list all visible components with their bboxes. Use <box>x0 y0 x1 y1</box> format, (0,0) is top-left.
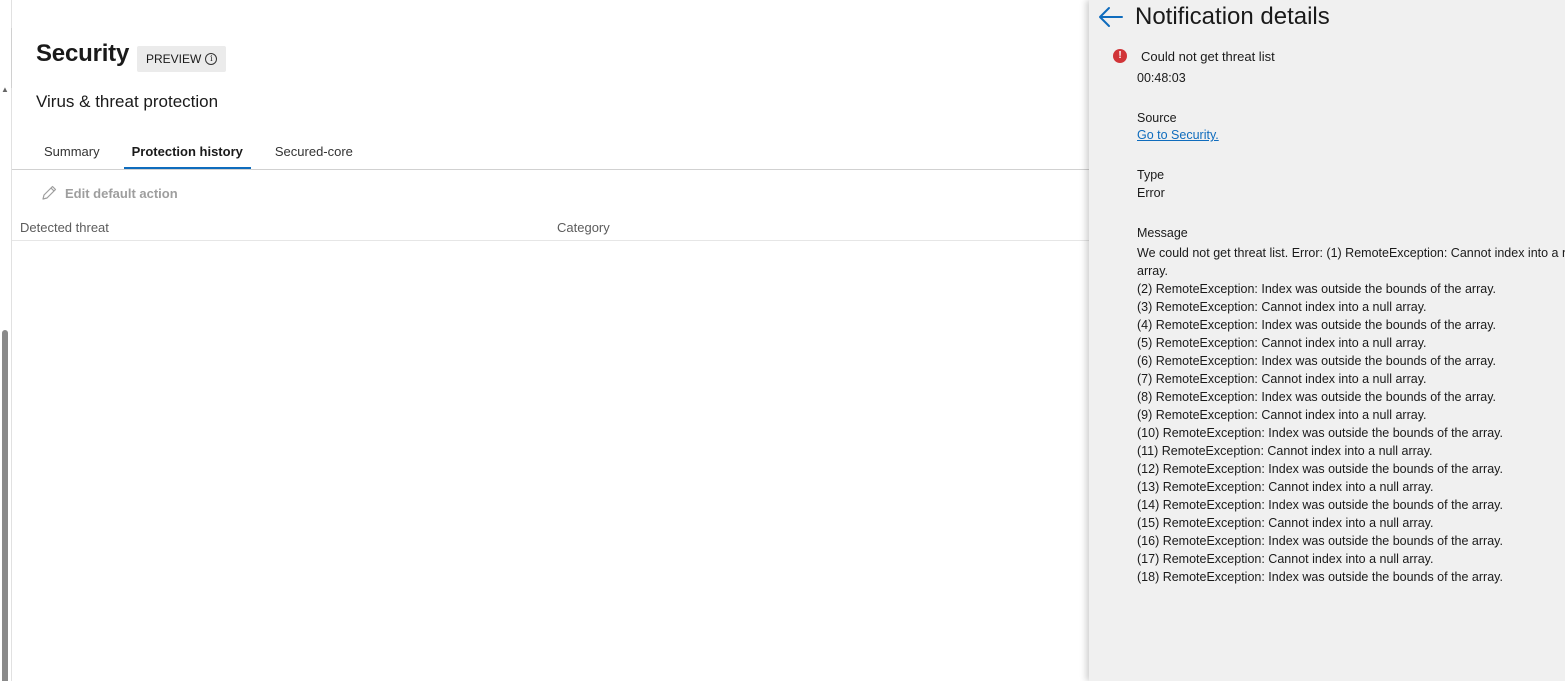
message-line: (14) RemoteException: Index was outside … <box>1137 498 1503 512</box>
pencil-icon <box>40 184 58 202</box>
message-line: (13) RemoteException: Cannot index into … <box>1137 480 1434 494</box>
message-body: We could not get threat list. Error: (1)… <box>1137 244 1565 586</box>
scrollbar-thumb[interactable] <box>2 330 8 681</box>
notification-time: 00:48:03 <box>1137 71 1186 85</box>
message-line: (16) RemoteException: Index was outside … <box>1137 534 1503 548</box>
message-line: (2) RemoteException: Index was outside t… <box>1137 282 1496 296</box>
edit-default-action-button[interactable]: Edit default action <box>40 184 178 202</box>
tab-protection-history[interactable]: Protection history <box>123 138 252 169</box>
go-to-security-link[interactable]: Go to Security. <box>1137 128 1219 142</box>
edit-default-action-label: Edit default action <box>65 185 178 201</box>
notification-heading: Could not get threat list <box>1141 49 1275 64</box>
message-line: (4) RemoteException: Index was outside t… <box>1137 318 1496 332</box>
preview-badge-label: PREVIEW <box>146 52 202 66</box>
notification-details-panel: Notification details ! Could not get thr… <box>1089 0 1565 681</box>
page-subtitle: Virus & threat protection <box>36 92 219 111</box>
message-line: (15) RemoteException: Cannot index into … <box>1137 516 1434 530</box>
scroll-up-arrow-icon[interactable]: ▲ <box>1 86 9 94</box>
tab-divider <box>12 169 1089 170</box>
message-line: (12) RemoteException: Index was outside … <box>1137 462 1503 476</box>
page-title: Security <box>36 40 130 67</box>
message-line: (6) RemoteException: Index was outside t… <box>1137 354 1496 368</box>
main-content: Security PREVIEW i Virus & threat protec… <box>12 0 1089 681</box>
message-line: (7) RemoteException: Cannot index into a… <box>1137 372 1427 386</box>
column-header-detected-threat[interactable]: Detected threat <box>20 220 109 235</box>
vertical-scrollbar[interactable]: ▲ <box>0 0 12 681</box>
type-value: Error <box>1137 186 1165 200</box>
message-line: array. <box>1137 264 1169 278</box>
message-line: (5) RemoteException: Cannot index into a… <box>1137 336 1427 350</box>
message-line: (18) RemoteException: Index was outside … <box>1137 570 1503 584</box>
type-label: Type <box>1137 168 1165 182</box>
source-label: Source <box>1137 111 1177 125</box>
tab-secured-core[interactable]: Secured-core <box>267 138 361 169</box>
preview-badge[interactable]: PREVIEW i <box>137 46 227 72</box>
message-label: Message <box>1137 226 1188 240</box>
table-header-divider <box>12 240 1089 241</box>
message-line: (3) RemoteException: Cannot index into a… <box>1137 300 1427 314</box>
info-icon: i <box>205 53 218 65</box>
message-line: (17) RemoteException: Cannot index into … <box>1137 552 1434 566</box>
message-line: We could not get threat list. Error: (1)… <box>1137 246 1565 260</box>
tab-bar: Summary Protection history Secured-core <box>36 138 377 169</box>
arrow-left-icon[interactable] <box>1097 4 1125 28</box>
message-line: (10) RemoteException: Index was outside … <box>1137 426 1503 440</box>
error-circle-icon: ! <box>1113 49 1127 63</box>
message-line: (8) RemoteException: Index was outside t… <box>1137 390 1496 404</box>
panel-title: Notification details <box>1135 3 1330 30</box>
message-line: (9) RemoteException: Cannot index into a… <box>1137 408 1427 422</box>
column-header-category[interactable]: Category <box>557 220 610 235</box>
tab-summary[interactable]: Summary <box>36 138 108 169</box>
message-line: (11) RemoteException: Cannot index into … <box>1137 444 1433 458</box>
